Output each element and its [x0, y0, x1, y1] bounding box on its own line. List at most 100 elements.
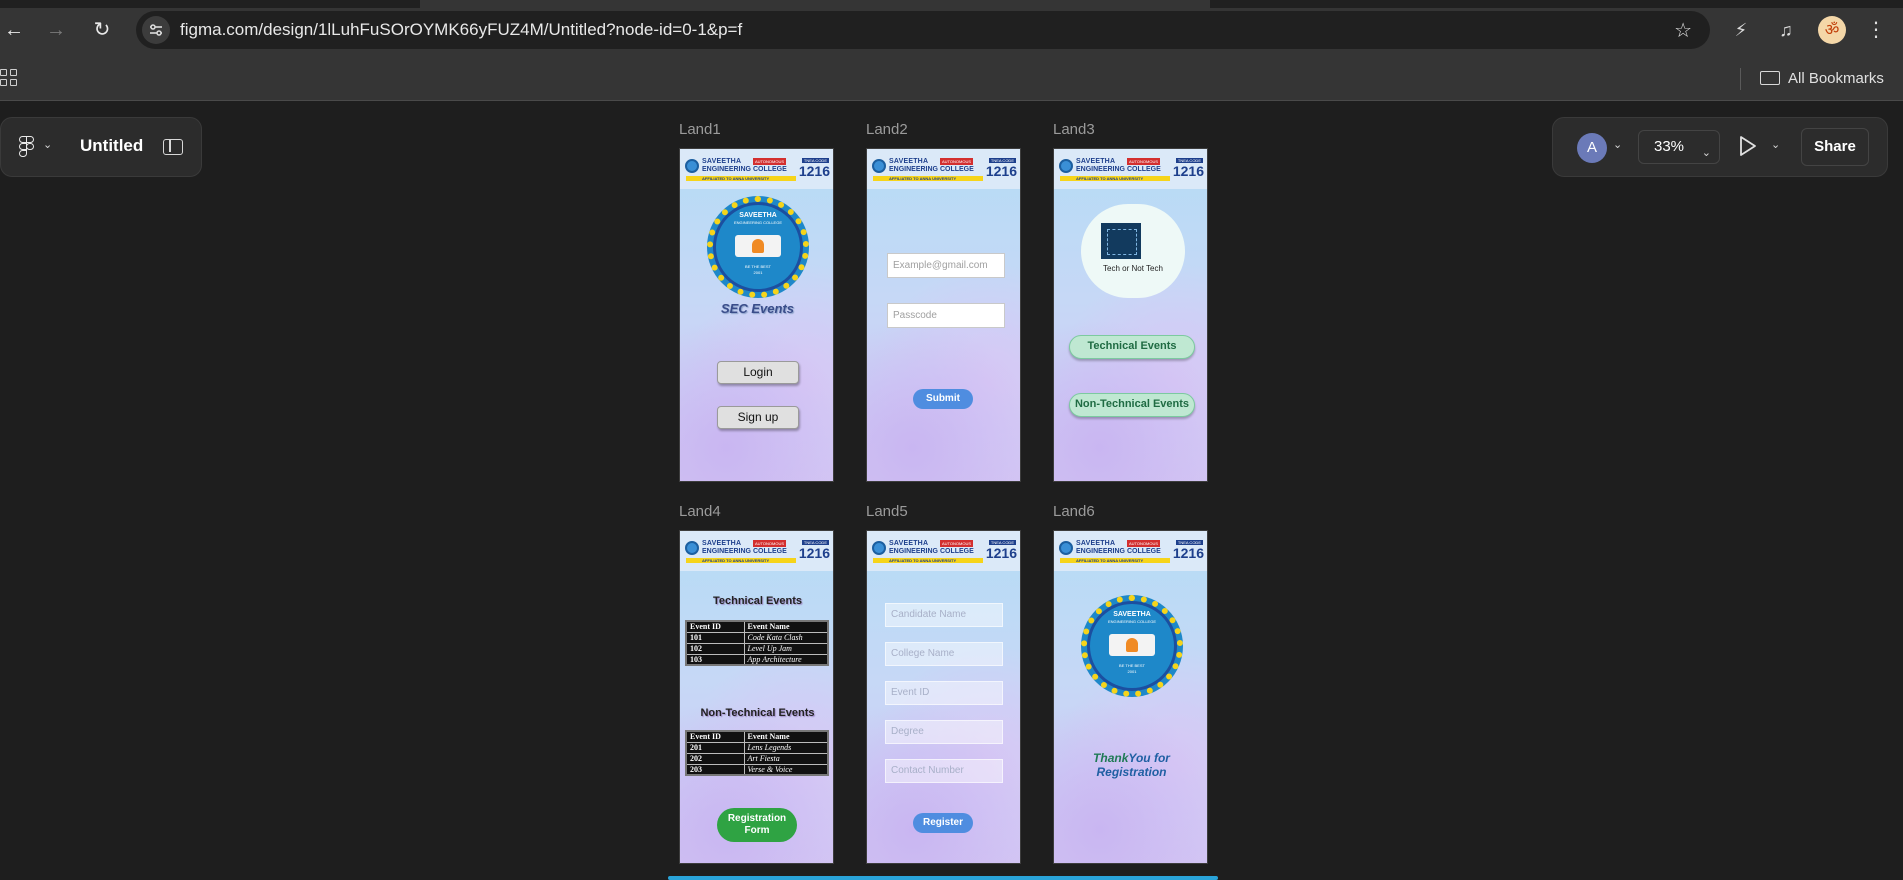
event-id-field[interactable]: Event ID — [885, 681, 1003, 705]
frame-land6[interactable]: SAVEETHA AUTONOMOUS ENGINEERING COLLEGE … — [1053, 530, 1208, 864]
toggle-sidebar-icon[interactable] — [163, 139, 183, 155]
app-title: SEC Events — [721, 301, 794, 316]
zoom-dropdown[interactable]: 33% ⌄ — [1638, 130, 1720, 164]
college-seal-icon — [872, 159, 886, 173]
all-bookmarks-button[interactable]: All Bookmarks — [1760, 67, 1884, 91]
table-header-row: Event ID Event Name — [685, 730, 829, 743]
figma-toolbar-right: A ⌄ 33% ⌄ ⌄ Share — [1552, 117, 1888, 177]
event-name-cell: Level Up Jam — [743, 642, 829, 655]
chevron-down-icon[interactable]: ⌄ — [43, 138, 52, 151]
present-play-icon[interactable] — [1739, 135, 1757, 157]
media-queue-icon[interactable]: ♫ — [1773, 17, 1799, 43]
extension-icon[interactable]: ⚡ — [1728, 17, 1754, 43]
frame-land3[interactable]: SAVEETHA AUTONOMOUS ENGINEERING COLLEGE … — [1053, 148, 1208, 482]
selection-indicator — [668, 876, 1218, 880]
book-icon — [1109, 634, 1155, 656]
frame-label-land2[interactable]: Land2 — [866, 121, 908, 138]
frame-land1[interactable]: SAVEETHA AUTONOMOUS ENGINEERING COLLEGE … — [679, 148, 834, 482]
signup-button[interactable]: Sign up — [717, 406, 799, 429]
college-header: SAVEETHA AUTONOMOUS ENGINEERING COLLEGE … — [867, 149, 1020, 189]
back-icon[interactable]: ← — [0, 16, 28, 44]
logo-caption: Tech or Not Tech — [1103, 264, 1163, 273]
browser-menu-icon[interactable]: ⋮ — [1866, 16, 1886, 44]
email-field[interactable]: Example@gmail.com — [887, 253, 1005, 278]
user-avatar[interactable]: A — [1577, 133, 1607, 163]
non-technical-events-title: Non-Technical Events — [700, 707, 815, 719]
affiliation-text: AFFILIATED TO ANNA UNIVERSITY — [889, 558, 957, 563]
site-info-icon[interactable] — [142, 16, 170, 44]
folder-icon — [1760, 71, 1780, 85]
degree-field[interactable]: Degree — [885, 720, 1003, 744]
tech-or-not-tech-logo: Tech or Not Tech — [1081, 204, 1185, 298]
url-text[interactable]: figma.com/design/1lLuhFuSOrOYMK66yFUZ4M/… — [180, 20, 742, 40]
affiliation-text: AFFILIATED TO ANNA UNIVERSITY — [889, 176, 957, 181]
column-header-name: Event Name — [743, 730, 829, 743]
bookmark-star-icon[interactable]: ☆ — [1674, 18, 1692, 43]
bookmarks-bar: All Bookmarks — [0, 60, 1903, 101]
thanks-word: Thank — [1093, 751, 1129, 765]
table-row: 203 Verse & Voice — [685, 763, 829, 776]
register-button[interactable]: Register — [913, 813, 973, 833]
address-bar[interactable]: figma.com/design/1lLuhFuSOrOYMK66yFUZ4M/… — [136, 11, 1710, 49]
reload-icon[interactable]: ↻ — [88, 16, 116, 44]
affiliation-strip: AFFILIATED TO ANNA UNIVERSITY — [1060, 176, 1170, 181]
passcode-field[interactable]: Passcode — [887, 303, 1005, 328]
autonomous-badge: AUTONOMOUS — [753, 540, 787, 547]
header-line1: SAVEETHA — [889, 540, 929, 547]
thank-you-message: ThankYou for Registration — [1054, 751, 1207, 779]
autonomous-badge: AUTONOMOUS — [753, 158, 787, 165]
table-header-row: Event ID Event Name — [685, 620, 829, 633]
share-button[interactable]: Share — [1801, 128, 1869, 166]
emblem-subtitle: ENGINEERING COLLEGE — [733, 220, 782, 225]
frame-label-land4[interactable]: Land4 — [679, 503, 721, 520]
emblem-subtitle: ENGINEERING COLLEGE — [1107, 619, 1156, 624]
chevron-down-icon[interactable]: ⌄ — [1771, 138, 1780, 151]
college-code: 1216 — [1172, 163, 1204, 179]
header-line2: ENGINEERING COLLEGE — [1076, 548, 1161, 555]
column-header-id: Event ID — [685, 620, 745, 633]
technical-events-button[interactable]: Technical Events — [1069, 335, 1195, 359]
forward-icon[interactable]: → — [42, 16, 70, 44]
book-icon — [735, 235, 781, 257]
affiliation-text: AFFILIATED TO ANNA UNIVERSITY — [1076, 558, 1144, 563]
autonomous-badge: AUTONOMOUS — [1127, 540, 1161, 547]
profile-avatar[interactable]: ॐ — [1818, 16, 1846, 44]
affiliation-strip: AFFILIATED TO ANNA UNIVERSITY — [873, 176, 983, 181]
college-seal-icon — [1059, 159, 1073, 173]
frame-land5[interactable]: SAVEETHA AUTONOMOUS ENGINEERING COLLEGE … — [866, 530, 1021, 864]
candidate-name-field[interactable]: Candidate Name — [885, 603, 1003, 627]
college-name-field[interactable]: College Name — [885, 642, 1003, 666]
header-line1: SAVEETHA — [702, 158, 742, 165]
event-name-cell: App Architecture — [743, 653, 829, 666]
frame-land2[interactable]: SAVEETHA AUTONOMOUS ENGINEERING COLLEGE … — [866, 148, 1021, 482]
table-row: 101 Code Kata Clash — [685, 631, 829, 644]
column-header-id: Event ID — [685, 730, 745, 743]
frame-label-land1[interactable]: Land1 — [679, 121, 721, 138]
registration-word: Registration — [1096, 765, 1167, 779]
frame-land4[interactable]: SAVEETHA AUTONOMOUS ENGINEERING COLLEGE … — [679, 530, 834, 864]
frame-label-land3[interactable]: Land3 — [1053, 121, 1095, 138]
figma-menu-icon[interactable] — [19, 136, 35, 158]
college-seal-icon — [872, 541, 886, 555]
college-seal-icon — [685, 541, 699, 555]
submit-button[interactable]: Submit — [913, 389, 973, 409]
tab-strip — [0, 0, 1903, 8]
table-row: 103 App Architecture — [685, 653, 829, 666]
emblem-year: 2001 — [1127, 669, 1137, 674]
login-button[interactable]: Login — [717, 361, 799, 384]
active-tab-edge — [420, 0, 1210, 8]
file-title[interactable]: Untitled — [80, 136, 143, 156]
registration-form-button[interactable]: Registration Form — [717, 808, 797, 842]
contact-number-field[interactable]: Contact Number — [885, 759, 1003, 783]
non-technical-events-button[interactable]: Non-Technical Events — [1069, 393, 1195, 417]
autonomous-badge: AUTONOMOUS — [940, 540, 974, 547]
frame-label-land6[interactable]: Land6 — [1053, 503, 1095, 520]
autonomous-badge: AUTONOMOUS — [940, 158, 974, 165]
frame-label-land5[interactable]: Land5 — [866, 503, 908, 520]
autonomous-badge: AUTONOMOUS — [1127, 158, 1161, 165]
non-technical-events-table: Event ID Event Name 201 Lens Legends 202 Ar… — [685, 730, 829, 776]
affiliation-text: AFFILIATED TO ANNA UNIVERSITY — [702, 176, 770, 181]
apps-grid-icon[interactable] — [0, 69, 20, 89]
header-line2: ENGINEERING COLLEGE — [889, 166, 974, 173]
chevron-down-icon[interactable]: ⌄ — [1613, 138, 1622, 151]
